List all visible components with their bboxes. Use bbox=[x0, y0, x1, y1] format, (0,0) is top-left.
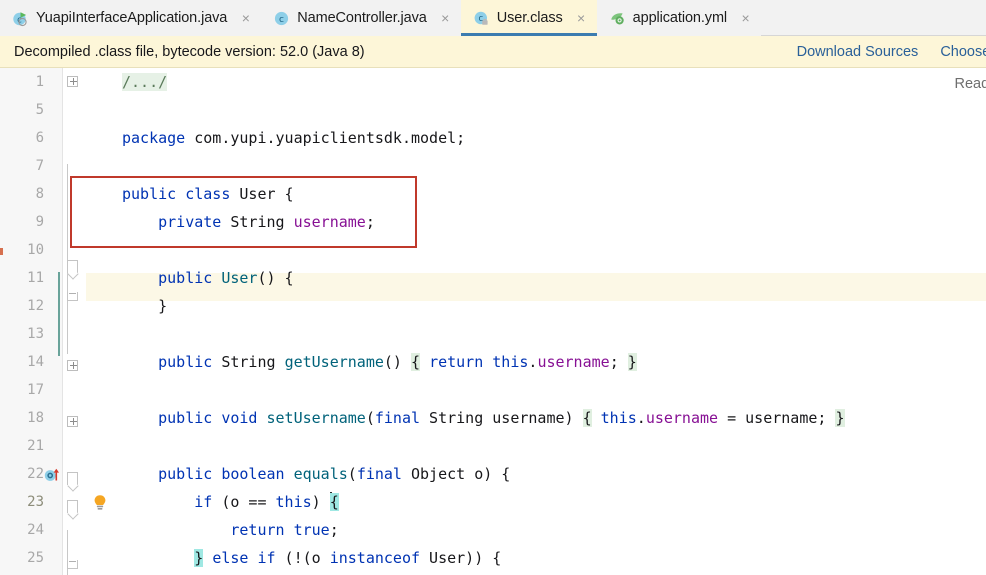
close-icon[interactable]: × bbox=[575, 11, 588, 25]
fold-expand-icon-getter[interactable] bbox=[67, 360, 79, 372]
download-sources-link[interactable]: Download Sources bbox=[797, 44, 919, 60]
code-line-12[interactable]: } bbox=[122, 292, 167, 320]
line-number: 9 bbox=[35, 214, 44, 230]
fold-end-icon-if-block[interactable] bbox=[67, 560, 79, 572]
decompiled-notification-bar: Decompiled .class file, bytecode version… bbox=[0, 36, 986, 68]
code-line-25[interactable]: } else if (!(o instanceof User)) { bbox=[122, 544, 501, 572]
code-folding-column[interactable] bbox=[62, 68, 86, 575]
line-number: 14 bbox=[27, 354, 44, 370]
line-number: 24 bbox=[27, 522, 44, 538]
close-icon[interactable]: × bbox=[239, 11, 252, 25]
java-compiled-class-icon: c bbox=[473, 10, 490, 27]
code-line-9[interactable]: private String username; bbox=[122, 208, 375, 236]
vcs-change-marker bbox=[58, 272, 60, 356]
java-class-icon: c bbox=[273, 10, 290, 27]
tab-yuapiinterfaceapplication-java[interactable]: c YuapiInterfaceApplication.java × bbox=[0, 0, 262, 36]
line-number: 21 bbox=[27, 438, 44, 454]
line-number: 8 bbox=[35, 186, 44, 202]
code-line-22[interactable]: public boolean equals(final Object o) { bbox=[122, 460, 510, 488]
tab-user-class[interactable]: c User.class × bbox=[460, 0, 597, 36]
line-number: 25 bbox=[27, 550, 44, 566]
fold-collapse-icon-if-block[interactable] bbox=[67, 500, 79, 513]
editor-tab-bar: c YuapiInterfaceApplication.java × c Nam… bbox=[0, 0, 986, 36]
line-number: 6 bbox=[35, 130, 44, 146]
readonly-status-label: Read- bbox=[954, 76, 986, 92]
java-runnable-class-icon: c bbox=[12, 10, 29, 27]
ide-editor-window: c YuapiInterfaceApplication.java × c Nam… bbox=[0, 0, 986, 575]
overriding-method-icon[interactable] bbox=[44, 466, 60, 482]
folded-comment-placeholder[interactable]: /.../ bbox=[122, 73, 168, 91]
tab-label: application.yml bbox=[632, 10, 728, 26]
notification-actions: Download Sources Choose S bbox=[797, 36, 986, 67]
code-line-23[interactable]: if (o == this) { bbox=[122, 488, 339, 516]
line-number: 7 bbox=[35, 158, 44, 174]
line-number: 11 bbox=[27, 270, 44, 286]
code-line-18[interactable]: public void setUsername(final String use… bbox=[122, 404, 845, 432]
notification-message: Decompiled .class file, bytecode version… bbox=[14, 43, 365, 60]
spring-config-icon bbox=[609, 10, 626, 27]
code-line-24[interactable]: return true; bbox=[122, 516, 338, 544]
choose-sources-link[interactable]: Choose S bbox=[940, 44, 986, 60]
close-icon[interactable]: × bbox=[439, 11, 452, 25]
line-number: 5 bbox=[35, 102, 44, 118]
line-number: 13 bbox=[27, 326, 44, 342]
code-line-8[interactable]: public class User { bbox=[122, 180, 294, 208]
fold-guide-line bbox=[67, 164, 68, 354]
code-text-area[interactable]: Read- /.../ package com.yupi.yuapiclient… bbox=[86, 68, 986, 575]
line-number: 10 bbox=[27, 242, 44, 258]
line-number: 1 bbox=[35, 74, 44, 90]
code-line-1[interactable]: /.../ bbox=[122, 68, 168, 96]
tab-label: NameController.java bbox=[297, 10, 427, 26]
code-line-6[interactable]: package com.yupi.yuapiclientsdk.model; bbox=[122, 124, 465, 152]
fold-collapse-icon-constructor[interactable] bbox=[67, 260, 79, 273]
fold-collapse-icon-equals[interactable] bbox=[67, 472, 79, 485]
tab-application-yml[interactable]: application.yml × bbox=[596, 0, 762, 36]
fold-expand-icon-line-1[interactable] bbox=[67, 76, 79, 88]
line-number: 18 bbox=[27, 410, 44, 426]
code-line-14[interactable]: public String getUsername() { return thi… bbox=[122, 348, 637, 376]
code-line-11[interactable]: public User() { bbox=[122, 264, 293, 292]
line-number: 12 bbox=[27, 298, 44, 314]
line-number: 17 bbox=[27, 382, 44, 398]
tab-label: User.class bbox=[496, 10, 563, 26]
line-number: 22 bbox=[27, 466, 44, 482]
svg-text:c: c bbox=[279, 14, 284, 24]
tab-namecontroller-java[interactable]: c NameController.java × bbox=[261, 0, 461, 36]
code-editor[interactable]: 1 5 6 7 8 9 10 11 12 13 14 17 18 21 22 2… bbox=[0, 68, 986, 575]
fold-expand-icon-setter[interactable] bbox=[67, 416, 79, 428]
close-icon[interactable]: × bbox=[739, 11, 752, 25]
line-number-current: 23 bbox=[27, 494, 44, 510]
tab-label: YuapiInterfaceApplication.java bbox=[36, 10, 228, 26]
fold-end-icon-constructor[interactable] bbox=[67, 292, 79, 304]
